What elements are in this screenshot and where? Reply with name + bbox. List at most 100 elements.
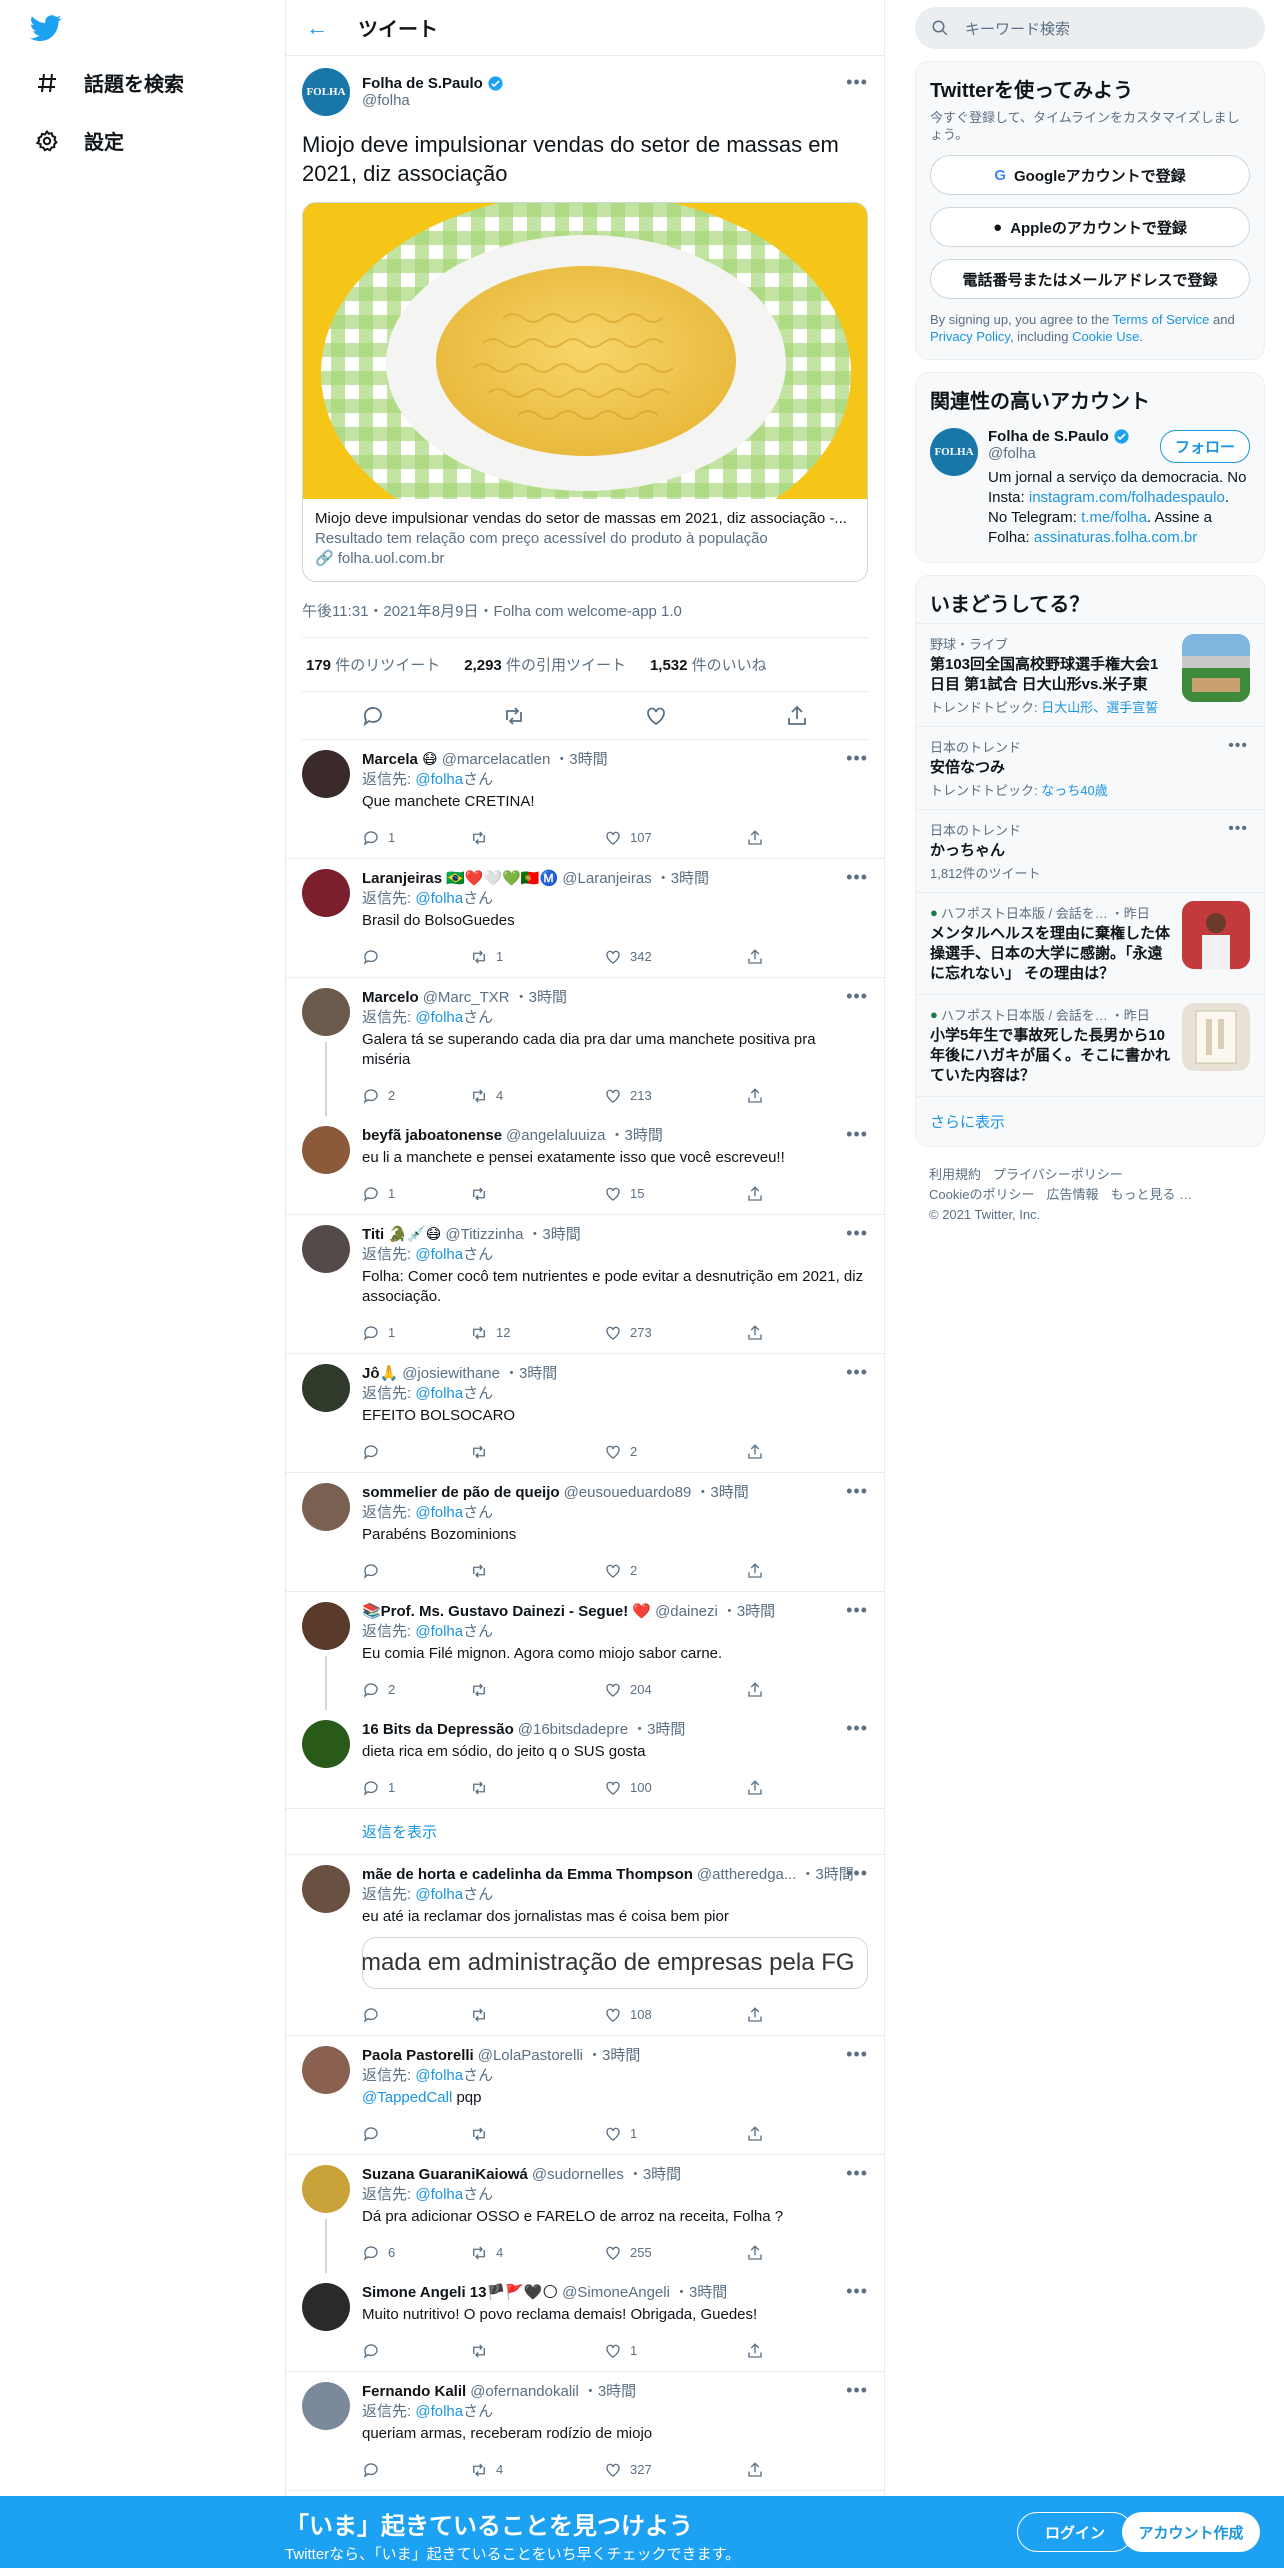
avatar[interactable] — [302, 2283, 350, 2331]
more-icon[interactable]: ••• — [846, 1124, 868, 1145]
replying-to-link[interactable]: @folha — [415, 1886, 463, 1903]
reply-time[interactable]: ・3時間 — [554, 750, 607, 770]
replying-to-link[interactable]: @folha — [415, 890, 463, 907]
share-button[interactable] — [746, 1562, 854, 1580]
reply-time[interactable]: ・3時間 — [587, 2046, 640, 2066]
avatar[interactable] — [302, 1126, 350, 1174]
more-icon[interactable]: ••• — [846, 748, 868, 769]
reply-author-name[interactable]: mãe de horta e cadelinha da Emma Thompso… — [362, 1865, 693, 1885]
reply-button[interactable] — [362, 2006, 470, 2024]
back-arrow-icon[interactable]: ← — [306, 15, 330, 41]
search-box[interactable]: キーワード検索 — [915, 7, 1265, 49]
like-button[interactable]: 327 — [604, 2460, 746, 2480]
reply-tweet[interactable]: beyfã jaboatonense @angelaluuiza ・3時間 eu li… — [286, 1116, 884, 1215]
reply-author-name[interactable]: Titi 🐊💉😷 — [362, 1225, 441, 1245]
reply-author-name[interactable]: Marcela 😷 — [362, 750, 438, 770]
login-button[interactable]: ログイン — [1017, 2512, 1133, 2552]
reply-time[interactable]: ・3時間 — [628, 2165, 681, 2185]
reply-tweet[interactable]: Marcela 😷 @marcelacatlen ・3時間 返信先: @folhaさん… — [286, 740, 884, 859]
trend-sub-link[interactable]: 日大山形、選手宣誓 — [1041, 700, 1158, 715]
retweet-button[interactable] — [470, 829, 604, 847]
mention-link[interactable]: @TappedCall — [362, 2089, 452, 2106]
like-button[interactable]: 273 — [604, 1323, 746, 1343]
more-icon[interactable]: ••• — [846, 1863, 868, 1884]
avatar[interactable] — [302, 1602, 350, 1650]
replying-to-link[interactable]: @folha — [415, 1246, 463, 1263]
reply-icon[interactable] — [361, 704, 385, 728]
retweet-button[interactable]: 4 — [470, 1086, 604, 1106]
avatar[interactable] — [302, 1720, 350, 1768]
avatar[interactable] — [302, 1483, 350, 1531]
reply-time[interactable]: ・3時間 — [514, 988, 567, 1008]
reply-time[interactable]: ・3時間 — [695, 1483, 748, 1503]
reply-button[interactable]: 1 — [362, 1323, 470, 1343]
more-icon[interactable]: ••• — [846, 986, 868, 1007]
avatar[interactable] — [302, 2165, 350, 2213]
bio-link-subscribe[interactable]: assinaturas.folha.com.br — [1034, 529, 1197, 546]
phone-signup-button[interactable]: 電話番号またはメールアドレスで登録 — [930, 259, 1250, 299]
trend-item[interactable]: 日本のトレンド 安倍なつみ トレンドトピック: なっち40歳 ••• — [916, 726, 1264, 809]
reply-button[interactable] — [362, 2125, 470, 2143]
replying-to-link[interactable]: @folha — [415, 1623, 463, 1640]
reply-button[interactable]: 1 — [362, 1778, 470, 1798]
retweet-button[interactable] — [470, 2006, 604, 2024]
more-icon[interactable]: ••• — [846, 2163, 868, 2184]
footer-more-link[interactable]: もっと見る … — [1110, 1185, 1192, 1205]
retweet-button[interactable]: 4 — [470, 2243, 604, 2263]
reply-time[interactable]: ・3時間 — [583, 2382, 636, 2402]
reply-author-name[interactable]: Jô🙏 — [362, 1364, 398, 1384]
retweet-button[interactable]: 1 — [470, 947, 604, 967]
reply-tweet[interactable]: Laranjeiras 🇧🇷❤️🤍💚🇵🇹Ⓜ️ @Laranjeiras ・3時間 返信… — [286, 859, 884, 978]
google-signup-button[interactable]: G Googleアカウントで登録 — [930, 155, 1250, 195]
like-button[interactable]: 342 — [604, 947, 746, 967]
reply-tweet[interactable]: Titi 🐊💉😷 @Titizzinha ・3時間 返信先: @folhaさん Folh… — [286, 1215, 884, 1354]
retweet-button[interactable] — [470, 1443, 604, 1461]
retweet-button[interactable] — [470, 1779, 604, 1797]
reply-author-name[interactable]: Fernando Kalil — [362, 2382, 466, 2402]
nav-explore[interactable]: 話題を検索 — [34, 68, 184, 97]
author-name[interactable]: Folha de S.Paulo — [362, 75, 504, 92]
share-button[interactable] — [746, 2342, 854, 2360]
retweet-button[interactable] — [470, 2125, 604, 2143]
reply-author-name[interactable]: sommelier de pão de queijo — [362, 1483, 560, 1503]
like-button[interactable]: 204 — [604, 1680, 746, 1700]
reply-button[interactable]: 6 — [362, 2243, 470, 2263]
bio-link-instagram[interactable]: instagram.com/folhadespaulo — [1029, 489, 1225, 506]
reply-time[interactable]: ・3時間 — [722, 1602, 775, 1622]
share-button[interactable] — [746, 829, 854, 847]
footer-ads-link[interactable]: 広告情報 — [1046, 1185, 1098, 1205]
retweet-button[interactable]: 12 — [470, 1323, 604, 1343]
more-icon[interactable]: ••• — [1228, 737, 1248, 755]
avatar[interactable] — [302, 2046, 350, 2094]
like-button[interactable]: 107 — [604, 828, 746, 848]
reply-time[interactable]: ・3時間 — [504, 1364, 557, 1384]
footer-cookie-link[interactable]: Cookieのポリシー — [929, 1185, 1034, 1205]
trend-item[interactable]: 野球・ライブ 第103回全国高校野球選手権大会1日目 第1試合 日大山形vs.米… — [916, 623, 1264, 726]
trend-item[interactable]: 日本のトレンド かっちゃん 1,812件のツイート ••• — [916, 809, 1264, 892]
cookie-use-link[interactable]: Cookie Use — [1072, 329, 1139, 344]
twitter-logo-icon[interactable] — [30, 12, 62, 44]
link-card[interactable]: Miojo deve impulsionar vendas do setor d… — [302, 202, 868, 582]
reply-time[interactable]: ・3時間 — [674, 2283, 727, 2303]
more-icon[interactable]: ••• — [846, 2380, 868, 2401]
avatar[interactable] — [302, 750, 350, 798]
trend-sub-link[interactable]: なっち40歳 — [1041, 783, 1107, 798]
reply-tweet[interactable]: mãe de horta e cadelinha da Emma Thompso… — [286, 1855, 884, 2036]
reply-author-name[interactable]: Paola Pastorelli — [362, 2046, 474, 2066]
retweet-icon[interactable] — [502, 704, 526, 728]
like-button[interactable]: 1 — [604, 2124, 746, 2144]
replying-to-link[interactable]: @folha — [415, 2403, 463, 2420]
more-icon[interactable]: ••• — [846, 72, 868, 93]
footer-terms-link[interactable]: 利用規約 — [929, 1165, 981, 1185]
like-button[interactable]: 1 — [604, 2341, 746, 2361]
more-icon[interactable]: ••• — [1228, 820, 1248, 838]
share-button[interactable] — [746, 2125, 854, 2143]
privacy-policy-link[interactable]: Privacy Policy — [930, 329, 1010, 344]
share-button[interactable] — [746, 1324, 854, 1342]
reply-button[interactable]: 1 — [362, 828, 470, 848]
reply-author-name[interactable]: Simone Angeli 13🏴🚩🖤🌕 — [362, 2283, 558, 2303]
tweet-meta[interactable]: 午後11:31・2021年8月9日・Folha com welcome-app … — [302, 600, 868, 638]
show-more-trends[interactable]: さらに表示 — [916, 1096, 1264, 1146]
share-button[interactable] — [746, 1185, 854, 1203]
reply-time[interactable]: ・3時間 — [632, 1720, 685, 1740]
